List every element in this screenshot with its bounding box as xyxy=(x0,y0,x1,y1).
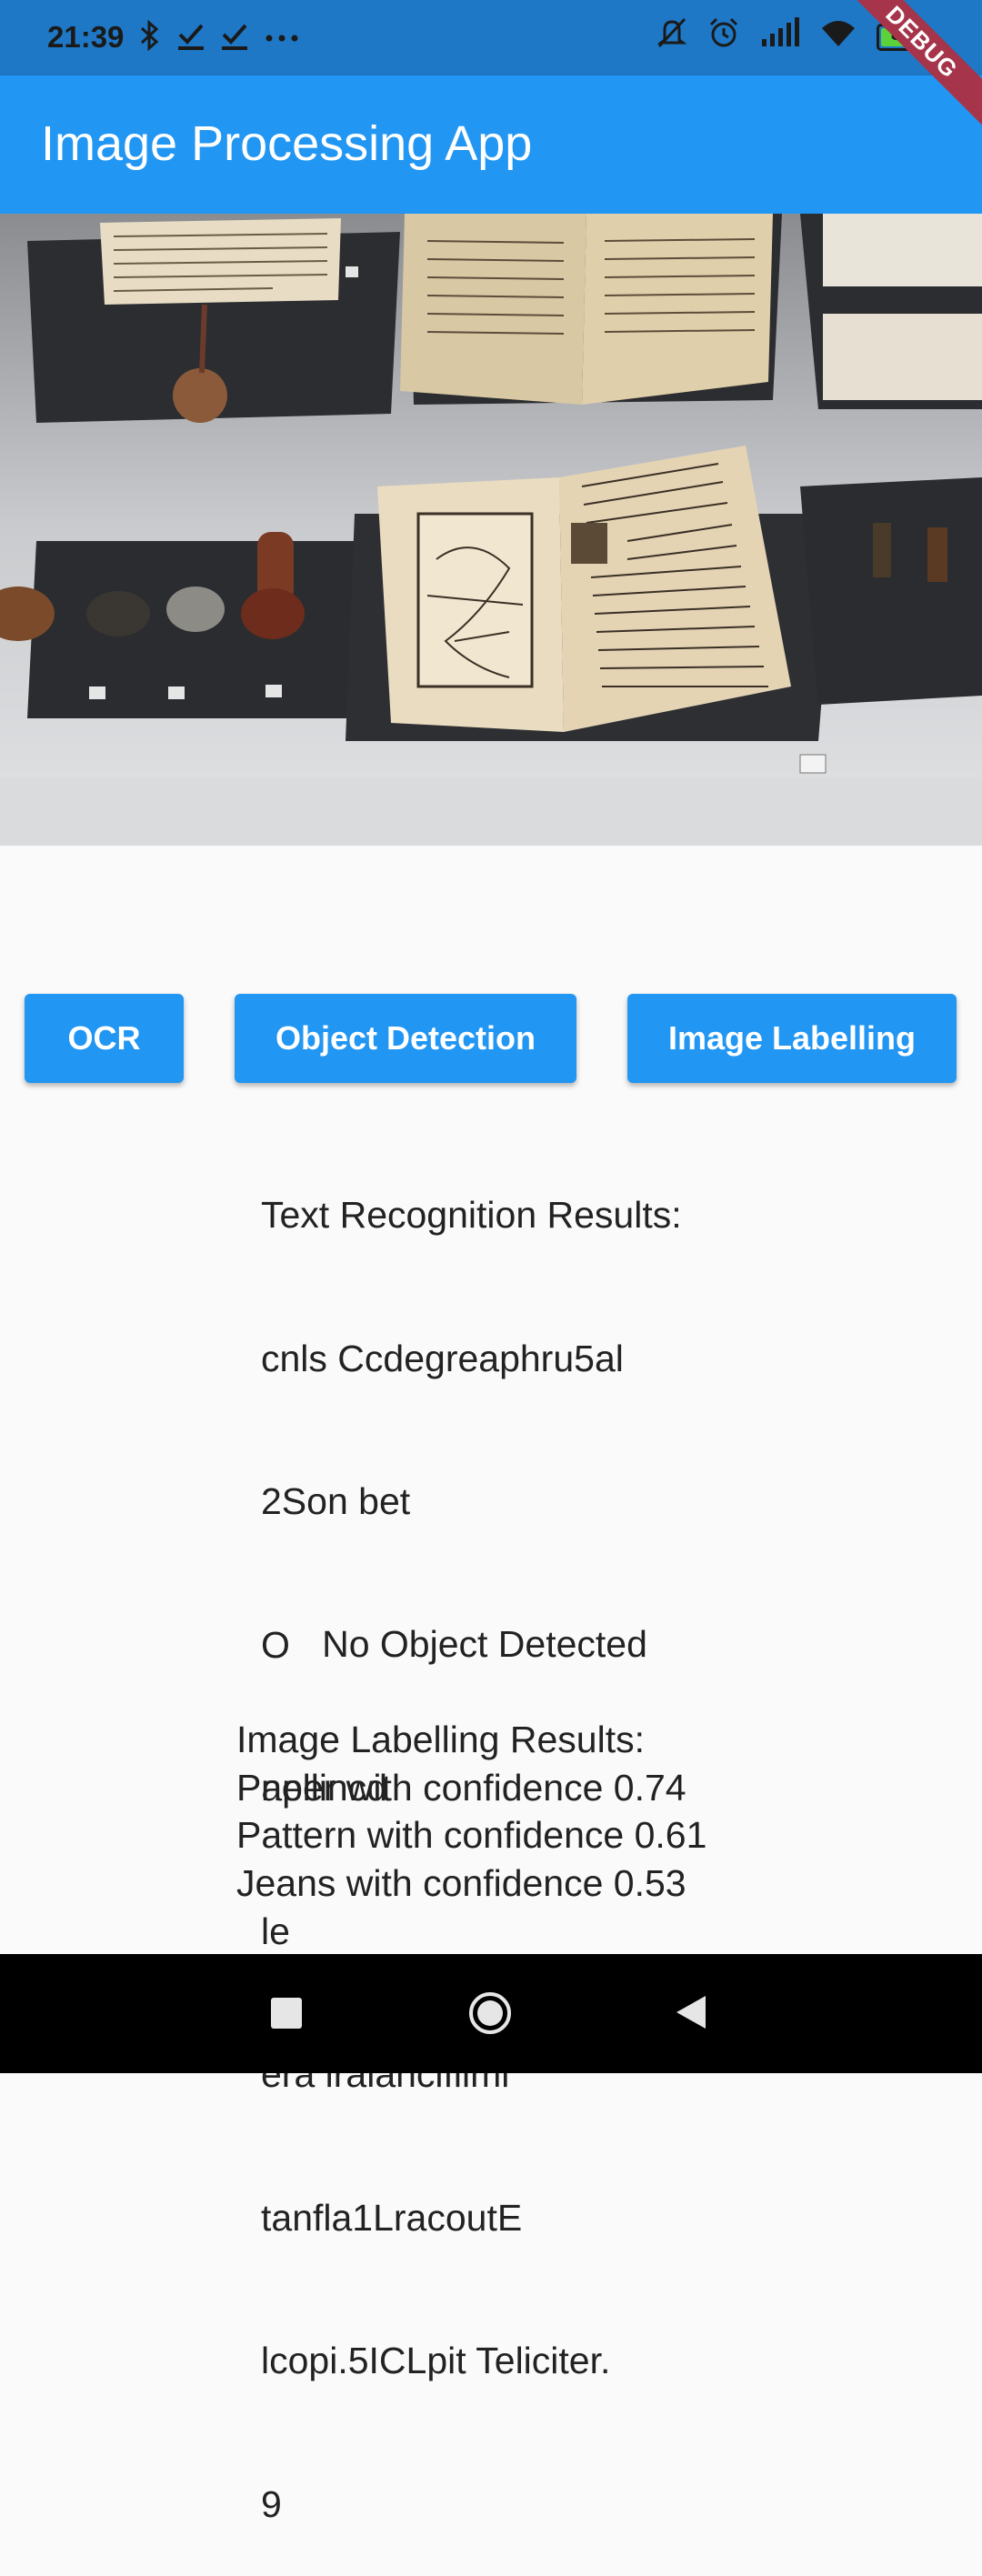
status-bar: 21:39 84 xyxy=(0,0,982,75)
mute-icon xyxy=(656,16,687,57)
label-result-line: Paper with confidence 0.74 xyxy=(236,1766,686,1809)
status-time: 21:39 xyxy=(47,20,125,54)
alarm-icon xyxy=(707,16,740,57)
status-left-icons xyxy=(136,19,300,58)
home-button[interactable] xyxy=(467,1990,513,2036)
ocr-result-line: Text Recognition Results: xyxy=(261,1194,682,1236)
signal-icon xyxy=(760,17,800,56)
ocr-button[interactable]: OCR xyxy=(25,994,184,1083)
check-icon xyxy=(176,20,205,58)
label-result-line: Jeans with confidence 0.53 xyxy=(236,1861,686,1904)
object-detection-result: No Object Detected xyxy=(322,1623,647,1665)
image-labelling-button[interactable]: Image Labelling xyxy=(627,994,957,1083)
wifi-icon xyxy=(820,17,857,56)
label-result-line: Image Labelling Results: xyxy=(236,1719,645,1760)
recent-apps-button[interactable] xyxy=(271,1998,302,2029)
ocr-result-line: cnls Ccdegreaphru5al xyxy=(261,1337,624,1379)
label-result-line: Pattern with confidence 0.61 xyxy=(236,1814,707,1856)
app-bar: Image Processing App xyxy=(0,75,982,214)
object-detection-button[interactable]: Object Detection xyxy=(235,994,576,1083)
more-icon xyxy=(264,20,300,58)
ocr-result-line: 9 xyxy=(261,2482,282,2525)
image-labelling-results: Image Labelling Results: Paper with conf… xyxy=(236,1716,706,1907)
app-title: Image Processing App xyxy=(41,116,533,171)
ocr-result-line: 2Son bet xyxy=(261,1480,411,1522)
check-icon xyxy=(220,20,249,58)
bluetooth-icon xyxy=(136,19,162,58)
back-button[interactable] xyxy=(675,1994,707,2030)
ocr-result-line: le xyxy=(261,1909,290,1952)
ocr-result-line: lcopi.5ICLpit Teliciter. xyxy=(261,2340,611,2381)
selected-image xyxy=(0,214,982,846)
ocr-result-line: tanfla1LracoutE xyxy=(261,2196,523,2239)
navigation-bar xyxy=(0,1954,982,2073)
